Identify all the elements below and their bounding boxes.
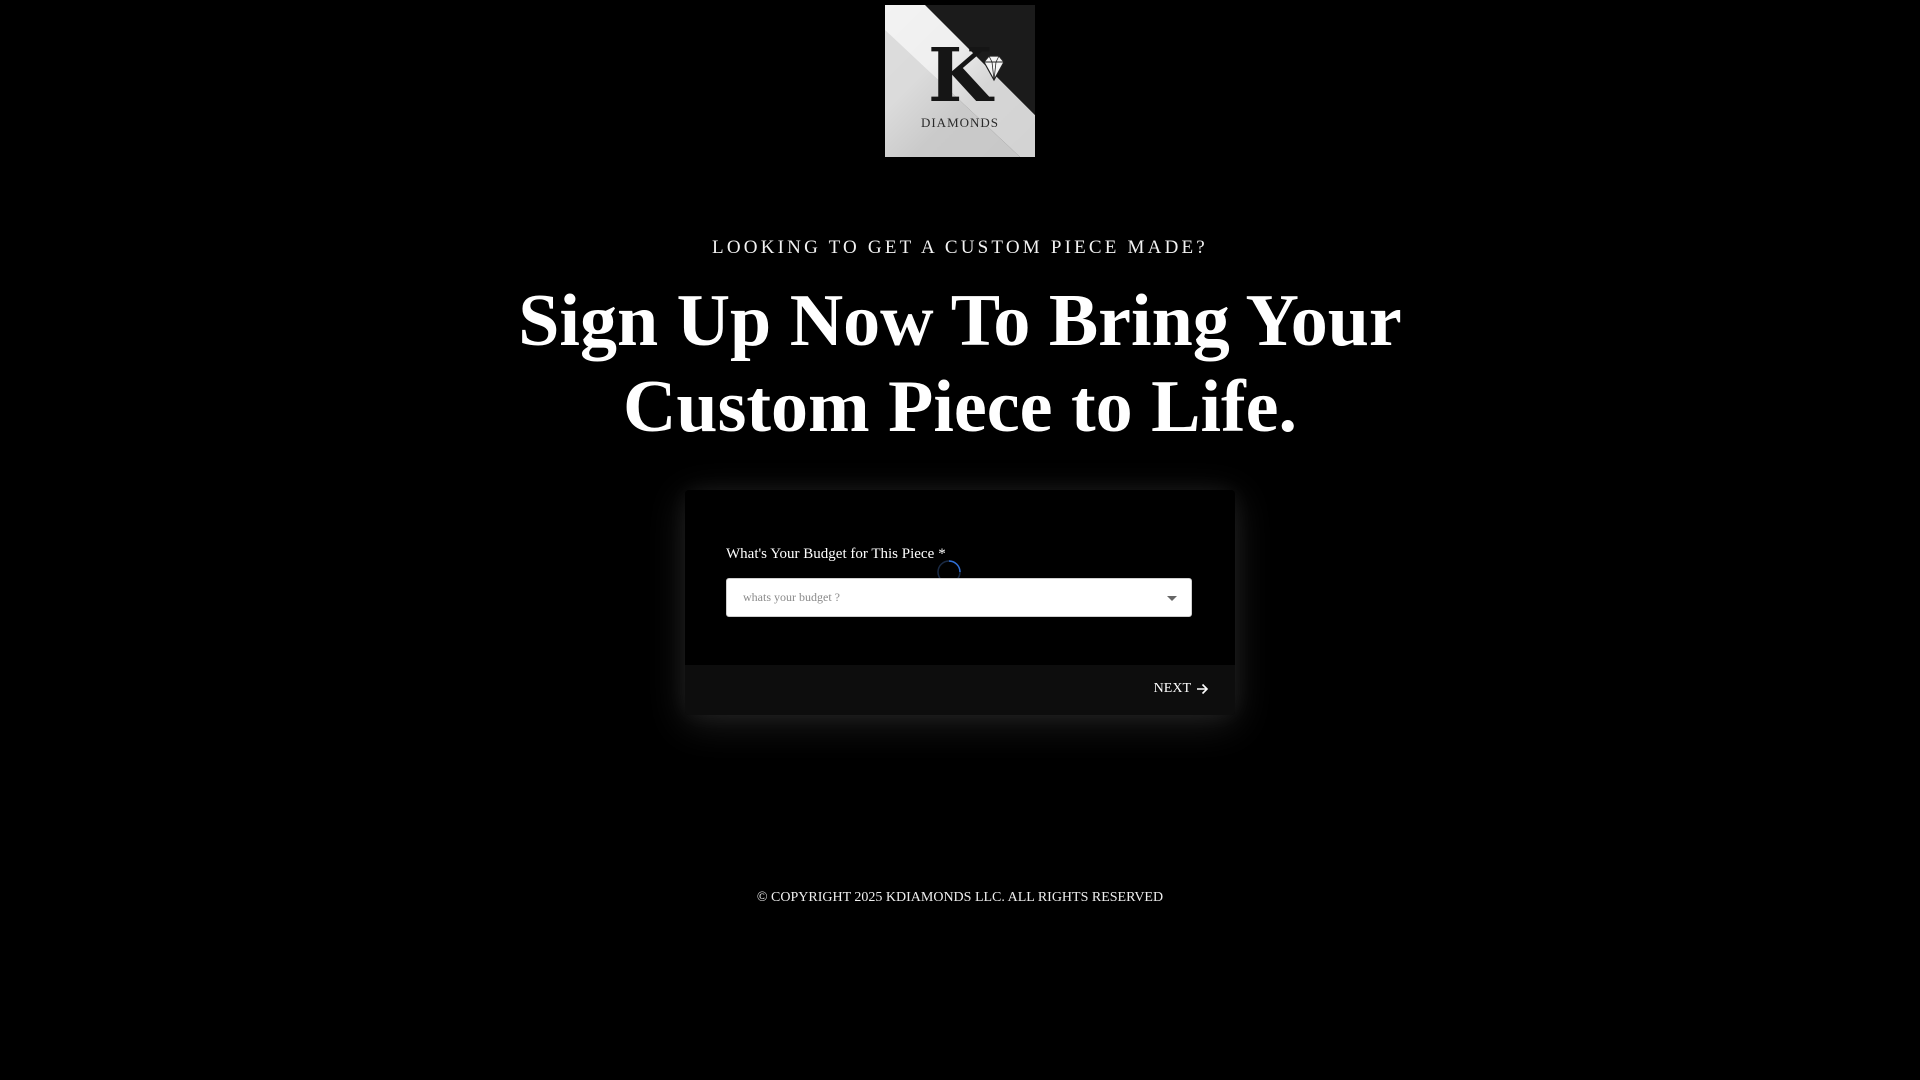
signup-form-card: What's Your Budget for This Piece * whats…: [685, 490, 1235, 715]
logo-text: DIAMONDS: [920, 115, 1000, 130]
kdiamonds-logo[interactable]: K DIAMONDS: [885, 5, 1035, 157]
hero-headline: Sign Up Now To Bring Your Custom Piece t…: [518, 280, 1402, 448]
budget-label-text: What's Your Budget for This Piece: [726, 546, 935, 562]
form-footer: NEXT: [685, 665, 1235, 715]
next-button-label: NEXT: [1153, 681, 1191, 696]
budget-select[interactable]: whats your budget ?: [726, 578, 1192, 617]
logo-letter: K: [927, 33, 993, 119]
copyright-text: © COPYRIGHT 2025 KDIAMONDS LLC. ALL RIGH…: [756, 890, 1164, 905]
diamond-icon: [983, 55, 1005, 82]
form-body: What's Your Budget for This Piece * whats…: [685, 490, 1235, 665]
arrow-right-icon: [1197, 683, 1209, 695]
chevron-down-icon: [1167, 596, 1177, 601]
page: K DIAMONDS LOOKING TO GET A CUSTOM PIECE…: [0, 0, 1920, 1080]
hero-eyebrow: LOOKING TO GET A CUSTOM PIECE MADE?: [712, 237, 1208, 258]
budget-select-placeholder: whats your budget ?: [743, 590, 840, 604]
budget-field-label: What's Your Budget for This Piece *: [726, 546, 946, 563]
next-button[interactable]: NEXT: [1154, 681, 1209, 697]
